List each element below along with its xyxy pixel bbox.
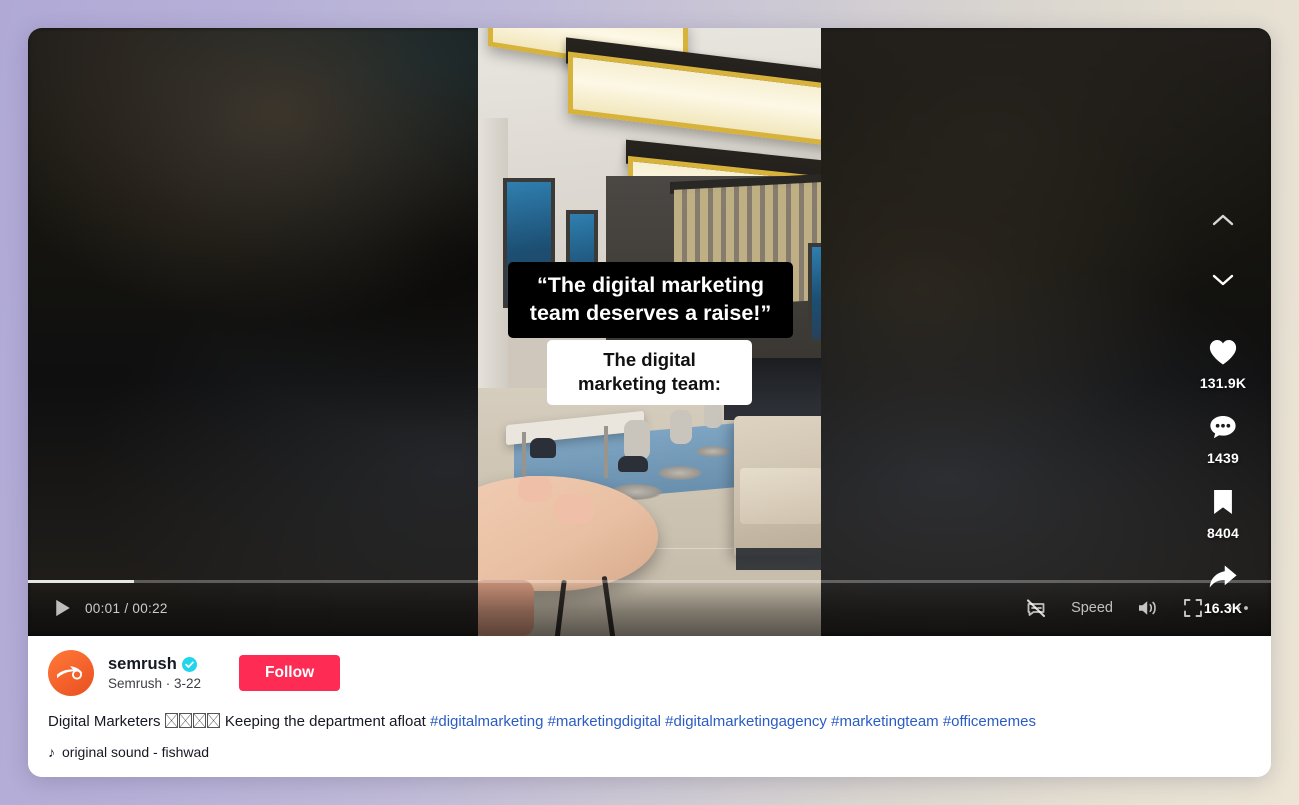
video-stage[interactable]: “The digital marketing team deserves a r… [28,28,1271,636]
time-display: 00:01 / 00:22 [85,600,168,616]
bookmark-button[interactable]: 8404 [1205,484,1241,541]
hashtag-link[interactable]: #digitalmarketing [430,713,543,730]
author-row: semrush Semrush · 3-22 Follow [48,650,1251,696]
chevron-up-icon[interactable] [1203,200,1243,240]
subtitles-off-icon[interactable] [1025,597,1047,619]
like-count: 131.9K [1199,375,1247,391]
comment-button[interactable]: 1439 [1205,409,1241,466]
post-caption: Digital Marketers Keeping the department… [48,711,1251,732]
music-note-icon: ♪ [48,744,55,760]
author-username[interactable]: semrush [108,655,177,674]
caption-lead: Digital Marketers [48,713,165,730]
missing-glyph-icon [179,713,193,728]
comment-icon [1205,409,1241,445]
author-meta: semrush Semrush · 3-22 [108,655,201,691]
hashtag-link[interactable]: #digitalmarketingagency [665,713,827,730]
avatar[interactable] [48,650,94,696]
verified-badge-icon [181,657,197,672]
video-caption-quote: “The digital marketing team deserves a r… [508,262,793,338]
speed-button[interactable]: Speed [1071,600,1113,616]
hashtag-link[interactable]: #officememes [943,713,1036,730]
bookmark-icon [1205,484,1241,520]
semrush-logo-icon [57,666,83,680]
action-rail: 131.9K 1439 8404 16.3K [1193,200,1253,616]
missing-glyph-icon [207,713,221,728]
progress-bar-fill [28,580,134,583]
like-button[interactable]: 131.9K [1200,334,1246,391]
sound-row[interactable]: ♪ original sound - fishwad [48,744,1251,760]
hashtag-link[interactable]: #marketingdigital [548,713,661,730]
player-control-bar: 00:01 / 00:22 Speed [28,580,1271,636]
sound-label: original sound - fishwad [62,744,210,760]
video-frame[interactable]: “The digital marketing team deserves a r… [478,28,821,636]
chevron-down-icon[interactable] [1203,260,1243,300]
volume-on-icon[interactable] [1137,598,1159,618]
author-display-line: Semrush · 3-22 [108,676,202,691]
video-caption-reaction: The digital marketing team: [547,340,752,406]
bookmark-count: 8404 [1207,525,1239,541]
video-post-card: “The digital marketing team deserves a r… [28,28,1271,777]
missing-glyph-icon [193,713,207,728]
missing-glyph-icon [165,713,179,728]
follow-button[interactable]: Follow [239,655,341,691]
progress-bar[interactable] [28,580,1271,583]
share-button[interactable]: 16.3K [1204,559,1242,616]
share-count: 16.3K [1203,600,1243,616]
post-info-panel: semrush Semrush · 3-22 Follow Digital Ma… [28,636,1271,777]
caption-body: Keeping the department afloat [220,713,431,730]
heart-icon [1205,334,1241,370]
share-icon [1205,559,1241,595]
caption-emoji-group [165,713,221,730]
hashtag-link[interactable]: #marketingteam [831,713,939,730]
play-button[interactable] [52,597,74,619]
comment-count: 1439 [1207,450,1239,466]
